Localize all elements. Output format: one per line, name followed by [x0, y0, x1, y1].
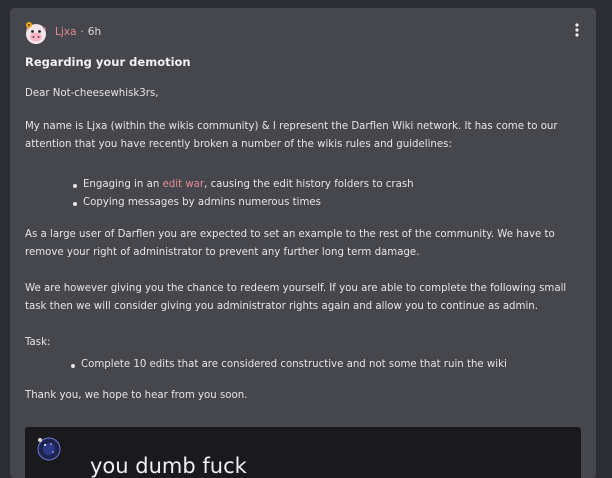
post-age: 6h	[87, 26, 102, 38]
greeting-text: Dear Not-cheesewhisk3rs,	[25, 88, 159, 99]
intro-paragraph: My name is Ljxa (within the wikis commun…	[25, 121, 558, 150]
edit-war-link[interactable]: edit war	[163, 179, 205, 190]
task-list: Complete 10 edits that are considered co…	[25, 356, 585, 374]
violations-list: Engaging in an edit war, causing the edi…	[25, 176, 585, 212]
violation-text-suffix: , causing the edit history folders to cr…	[204, 179, 414, 190]
space-avatar-icon	[37, 437, 61, 461]
author-avatar[interactable]	[24, 21, 46, 44]
post-title: Regarding your demotion	[25, 55, 191, 69]
post-header: Ljxa · 6h	[24, 18, 101, 46]
kebab-menu-icon[interactable]	[572, 22, 582, 38]
list-item: Engaging in an edit war, causing the edi…	[25, 176, 585, 194]
closing-text: Thank you, we hope to hear from you soon…	[25, 390, 248, 401]
cow-avatar-icon	[26, 22, 46, 44]
list-item: Copying messages by admins numerous time…	[25, 194, 585, 212]
task-label: Task:	[25, 337, 51, 348]
author-name[interactable]: Ljxa	[55, 26, 76, 38]
meta-separator: ·	[80, 26, 84, 38]
damage-paragraph: As a large user of Darflen you are expec…	[25, 229, 555, 258]
embedded-comment[interactable]: you dumb fuck	[25, 427, 581, 478]
list-item: Complete 10 edits that are considered co…	[25, 356, 585, 374]
redeem-paragraph: We are however giving you the chance to …	[25, 283, 567, 312]
embed-text: you dumb fuck	[90, 454, 247, 478]
violation-text-prefix: Engaging in an	[83, 179, 163, 190]
post-card: Ljxa · 6h Regarding your demotion Dear N…	[10, 8, 596, 478]
